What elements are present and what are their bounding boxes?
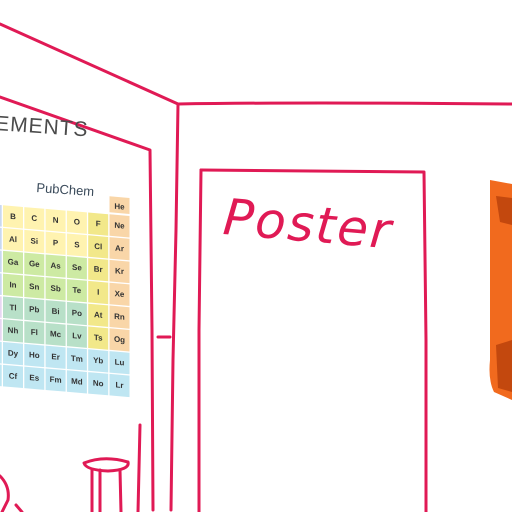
element-symbol: Se (72, 263, 82, 273)
element-symbol: Xe (115, 289, 125, 299)
element-symbol: Sb (50, 284, 60, 294)
element-symbol: Ge (29, 259, 40, 269)
element-symbol: Al (9, 235, 17, 245)
orange-object-shade-bottom (496, 340, 512, 392)
back-wall-top-edge (176, 101, 512, 106)
element-symbol: Po (72, 308, 82, 318)
element-symbol: Pb (29, 305, 39, 315)
orange-object (489, 180, 512, 400)
element-symbol: F (96, 219, 101, 228)
element-symbol: I (97, 288, 99, 297)
element-symbol: Lv (72, 331, 82, 341)
element-cell-partial (0, 249, 2, 273)
element-symbol: Dy (8, 348, 19, 358)
element-symbol: No (93, 379, 104, 389)
element-symbol: As (50, 261, 61, 271)
element-symbol: Br (94, 265, 103, 275)
element-symbol: Er (51, 352, 59, 362)
element-symbol: Tl (9, 303, 16, 313)
element-symbol: N (53, 215, 59, 224)
element-symbol: Tm (71, 354, 83, 364)
element-symbol: Lr (116, 380, 124, 390)
element-symbol: Ar (115, 244, 124, 254)
element-symbol: Ho (29, 350, 40, 360)
sketch-scene: He B C N O F Ne Al Si P S Cl Ar Ga Ge As Se Br Kr In Sn Sb Te I… (0, 0, 512, 512)
room-sketch-canvas: He B C N O F Ne Al Si P S Cl Ar Ga Ge As Se Br Kr In Sn Sb Te I… (0, 22, 512, 512)
element-symbol: Te (73, 286, 82, 296)
element-symbol: Kr (115, 266, 124, 276)
element-cell-partial (0, 226, 2, 250)
floor-line (136, 423, 142, 512)
element-symbol: Nh (8, 326, 19, 336)
element-symbol: Yb (93, 356, 103, 366)
room-corner-line (169, 102, 180, 512)
element-symbol: Es (29, 373, 39, 383)
element-cell-partial (0, 317, 2, 341)
element-symbol: Fl (31, 328, 38, 338)
element-cell-partial (0, 340, 2, 364)
element-symbol: B (10, 212, 16, 221)
element-cell-partial (0, 203, 2, 227)
left-wall-top-edge (0, 22, 180, 106)
element-cell-partial (0, 363, 2, 387)
element-cell-partial (0, 294, 2, 318)
element-symbol: Lu (115, 358, 125, 368)
element-symbol: S (74, 240, 80, 249)
element-symbol: Ts (94, 333, 103, 343)
element-symbol: Sn (29, 282, 39, 292)
element-symbol: O (74, 217, 80, 227)
element-symbol: In (9, 280, 16, 290)
element-symbol: Ga (8, 257, 19, 267)
element-symbol: Cf (9, 371, 18, 381)
element-cell-partial (0, 271, 2, 296)
periodic-table-poster: He B C N O F Ne Al Si P S Cl Ar Ga Ge As Se Br Kr In Sn Sb Te I… (0, 96, 152, 512)
element-symbol: At (94, 310, 103, 320)
element-symbol: He (114, 202, 125, 212)
element-symbol: Cl (94, 242, 102, 252)
element-symbol: Si (31, 236, 39, 246)
stool-leg-right (118, 468, 123, 512)
element-symbol: Rn (114, 312, 125, 322)
element-symbol: Fm (50, 375, 62, 385)
element-symbol: Ne (114, 221, 125, 231)
element-symbol: Md (71, 377, 83, 387)
element-symbol: Mc (50, 329, 62, 339)
element-symbol: Og (114, 335, 125, 345)
element-symbol: P (53, 238, 59, 247)
element-symbol: Bi (52, 307, 60, 317)
element-symbol: C (31, 214, 37, 223)
poster-frame-left (197, 168, 203, 512)
